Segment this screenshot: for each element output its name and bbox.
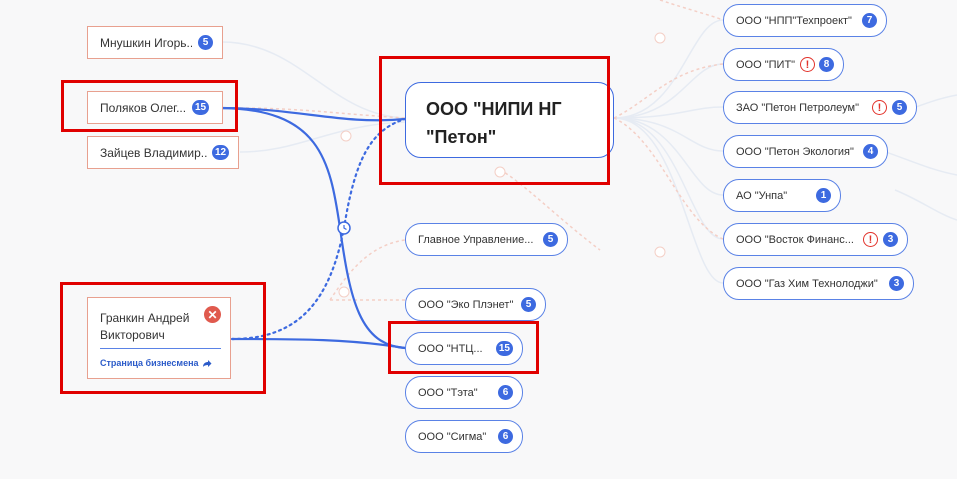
- company-node-gaz-him-technologies[interactable]: ООО "Газ Хим Технолоджи" 3: [723, 267, 914, 300]
- count-badge: 3: [883, 232, 898, 247]
- company-node-unpa[interactable]: АО "Унпа" 1: [723, 179, 841, 212]
- company-node-teta[interactable]: ООО "Тэта" 6: [405, 376, 523, 409]
- count-badge: 15: [495, 341, 513, 356]
- person-name: Зайцев Владимир...: [100, 145, 208, 160]
- count-badge: 5: [892, 100, 907, 115]
- company-node-main-directorate[interactable]: Главное Управление... 5: [405, 223, 568, 256]
- businessman-page-link[interactable]: Страница бизнесмена: [100, 358, 212, 368]
- company-name: ООО "Газ Хим Технолоджи": [736, 277, 878, 290]
- company-node-peton-petroleum[interactable]: ЗАО "Петон Петролеум" ! 5: [723, 91, 917, 124]
- company-name: ООО "Петон Экология": [736, 145, 854, 158]
- company-name: ООО "Восток Финанс...: [736, 233, 854, 246]
- main-company-name-line2: "Петон": [426, 127, 497, 147]
- company-node-ntc[interactable]: ООО "НТЦ... 15: [405, 332, 523, 365]
- main-company-node[interactable]: ООО "НИПИ НГ "Петон": [405, 82, 614, 158]
- company-node-pit[interactable]: ООО "ПИТ" ! 8: [723, 48, 844, 81]
- divider: [100, 348, 221, 349]
- company-name: ООО "Тэта": [418, 386, 478, 399]
- company-name: Главное Управление...: [418, 233, 534, 246]
- count-badge: 8: [819, 57, 834, 72]
- person-node-grankin[interactable]: Гранкин Андрей Викторович ✕ Страница биз…: [87, 297, 231, 379]
- close-icon[interactable]: ✕: [204, 306, 221, 323]
- person-name: Мнушкин Игорь...: [100, 35, 192, 50]
- count-badge: 3: [889, 276, 904, 291]
- company-name: ООО "НТЦ...: [418, 342, 483, 355]
- count-badge: 6: [498, 429, 513, 444]
- person-node-zaitsev[interactable]: Зайцев Владимир... 12: [87, 136, 239, 169]
- warning-icon: !: [800, 57, 815, 72]
- share-arrow-icon: [202, 359, 212, 367]
- company-name: ООО "Эко Плэнет": [418, 298, 514, 311]
- company-name: ООО "ПИТ": [736, 58, 796, 71]
- graph-canvas[interactable]: Мнушкин Игорь... 5 Поляков Олег... 15 За…: [0, 0, 957, 479]
- company-node-vostok-finance[interactable]: ООО "Восток Финанс... ! 3: [723, 223, 908, 256]
- main-company-name-line1: ООО "НИПИ НГ: [426, 99, 562, 119]
- count-badge: 6: [498, 385, 513, 400]
- count-badge: 5: [198, 35, 213, 50]
- company-name: АО "Унпа": [736, 189, 788, 202]
- count-badge: 5: [521, 297, 536, 312]
- company-node-sigma[interactable]: ООО "Сигма" 6: [405, 420, 523, 453]
- count-badge: 4: [863, 144, 878, 159]
- clock-icon: [337, 221, 351, 235]
- count-badge: 5: [543, 232, 558, 247]
- count-badge: 1: [816, 188, 831, 203]
- company-name: ООО "НПП"Техпроект": [736, 14, 852, 27]
- person-node-polyakov[interactable]: Поляков Олег... 15: [87, 91, 223, 124]
- warning-icon: !: [863, 232, 878, 247]
- person-name: Поляков Олег...: [100, 100, 186, 115]
- company-name: ЗАО "Петон Петролеум": [736, 101, 860, 114]
- company-node-npp-techproject[interactable]: ООО "НПП"Техпроект" 7: [723, 4, 887, 37]
- person-name-line1: Гранкин Андрей: [100, 311, 190, 325]
- count-badge: 15: [192, 100, 210, 115]
- warning-icon: !: [872, 100, 887, 115]
- company-node-peton-ecology[interactable]: ООО "Петон Экология" 4: [723, 135, 888, 168]
- person-node-mnushkin[interactable]: Мнушкин Игорь... 5: [87, 26, 223, 59]
- link-label: Страница бизнесмена: [100, 358, 199, 368]
- count-badge: 12: [212, 145, 230, 160]
- company-node-eko-planet[interactable]: ООО "Эко Плэнет" 5: [405, 288, 546, 321]
- person-name-line2: Викторович: [100, 328, 165, 342]
- company-name: ООО "Сигма": [418, 430, 487, 443]
- count-badge: 7: [862, 13, 877, 28]
